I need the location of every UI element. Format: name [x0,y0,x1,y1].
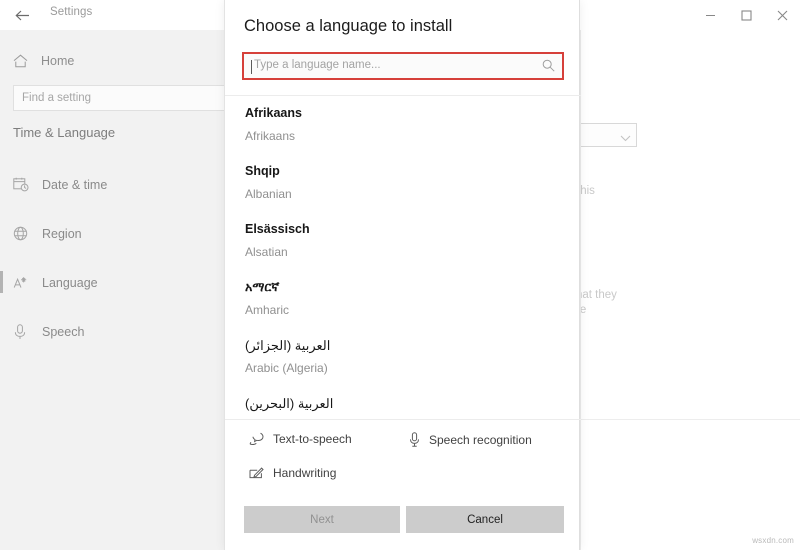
handwriting-icon [249,466,264,480]
microphone-icon [409,432,420,447]
sidebar-item-home-label: Home [41,54,74,68]
home-icon [13,54,35,68]
language-english-name: Albanian [245,186,561,202]
background-text-fragment-2: hat they [576,289,617,301]
window-title: Settings [50,6,92,18]
list-item[interactable]: አማርኛ Amharic [225,270,581,328]
language-native-name: العربية (الجزائر) [245,337,561,354]
chevron-down-icon [620,129,631,147]
sidebar-nav-list: Date & time Region [0,160,224,356]
sidebar-section-title: Time & Language [13,125,115,140]
feature-text-to-speech: Text-to-speech [249,432,352,446]
search-icon[interactable] [542,59,555,77]
minimize-icon[interactable] [692,0,728,30]
next-button[interactable]: Next [244,506,400,533]
language-native-name: Elsässisch [245,221,561,238]
language-english-name: Alsatian [245,244,561,260]
list-bottom-divider [225,419,581,420]
list-item[interactable]: Afrikaans Afrikaans [225,96,581,154]
close-icon[interactable] [764,0,800,30]
window-controls [692,0,800,30]
feature-handwriting-label: Handwriting [273,466,336,480]
sidebar-item-speech-label: Speech [42,325,84,339]
watermark: wsxdn.com [752,536,794,545]
sidebar-item-date-time-label: Date & time [42,178,107,192]
settings-sidebar: Home Find a setting Time & Language Date… [0,30,224,550]
feature-text-to-speech-label: Text-to-speech [273,432,352,446]
maximize-icon[interactable] [728,0,764,30]
sidebar-item-home[interactable]: Home [0,46,224,76]
language-english-name: Afrikaans [245,128,561,144]
language-a-icon [13,275,35,290]
language-english-name: Arabic (Algeria) [245,360,561,376]
screen-root: Settings this hat they [0,0,800,550]
list-item[interactable]: العربية (الجزائر) Arabic (Algeria) [225,328,581,386]
language-native-name: العربية (البحرين) [245,395,561,412]
sidebar-item-speech[interactable]: Speech [0,307,224,356]
feature-speech-recognition-label: Speech recognition [429,433,532,447]
text-to-speech-icon [249,432,264,446]
globe-icon [13,226,35,241]
language-english-name: Amharic [245,302,561,318]
language-native-name: አማርኛ [245,279,561,296]
dialog-title: Choose a language to install [244,17,452,36]
feature-handwriting: Handwriting [249,466,336,480]
list-item[interactable]: Shqip Albanian [225,154,581,212]
language-native-name: Afrikaans [245,105,561,122]
calendar-clock-icon [13,177,35,192]
language-features: Text-to-speech Speech recognition [225,425,581,495]
sidebar-item-region[interactable]: Region [0,209,224,258]
sidebar-item-date-time[interactable]: Date & time [0,160,224,209]
language-search-placeholder: Type a language name... [254,59,381,71]
feature-speech-recognition: Speech recognition [409,432,532,447]
microphone-icon [13,324,35,340]
back-arrow-icon[interactable] [10,4,34,26]
language-list[interactable]: Afrikaans Afrikaans Shqip Albanian Elsäs… [225,96,581,418]
list-item[interactable]: العربية (البحرين) Arabic (Bahrain) [225,386,581,418]
language-search-input[interactable]: Type a language name... [243,53,563,79]
language-native-name: Shqip [245,163,561,180]
cancel-button[interactable]: Cancel [406,506,564,533]
language-search-wrap: Type a language name... [243,53,563,79]
choose-language-dialog: Choose a language to install Type a lang… [224,0,580,550]
sidebar-item-language[interactable]: Language [0,258,224,307]
sidebar-item-language-label: Language [42,276,98,290]
find-a-setting-input[interactable]: Find a setting [13,85,225,111]
list-item[interactable]: Elsässisch Alsatian [225,212,581,270]
sidebar-item-region-label: Region [42,227,82,241]
background-dropdown[interactable] [577,123,637,147]
list-scrollbar[interactable] [573,98,579,416]
text-caret [251,60,252,74]
